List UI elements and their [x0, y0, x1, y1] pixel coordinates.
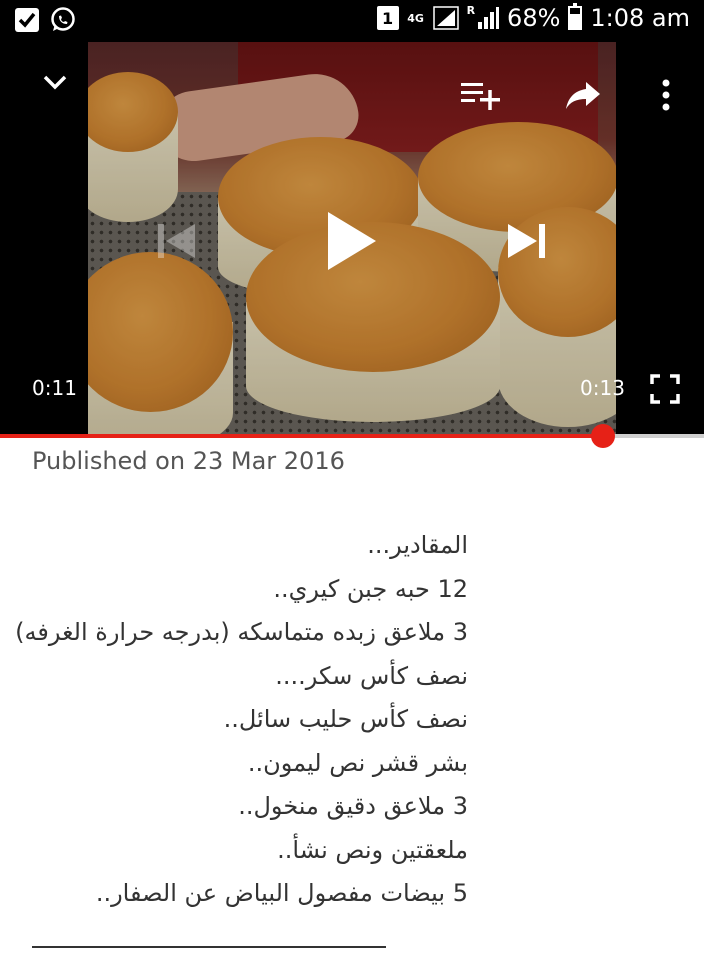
- ingredient-line: ملعقتين ونص نشأ..: [277, 835, 468, 864]
- battery-percent: 68%: [507, 4, 561, 32]
- signal-icon: [432, 6, 459, 30]
- play-icon[interactable]: [326, 210, 378, 272]
- roaming-label: R: [466, 4, 476, 17]
- ingredient-line: 12 حبه جبن كيري..: [273, 574, 468, 603]
- skip-next-icon[interactable]: [506, 220, 548, 262]
- video-player[interactable]: 0:11 0:13: [0, 42, 704, 438]
- progress-bar[interactable]: [0, 424, 704, 448]
- ingredient-line: 5 بيضات مفصول البياض عن الصفار..: [95, 879, 468, 907]
- ingredient-line: المقادير...: [367, 531, 468, 559]
- network-type-label: 4G: [407, 11, 424, 25]
- more-vert-icon[interactable]: [659, 78, 673, 112]
- skip-previous-icon[interactable]: [155, 220, 197, 262]
- share-icon[interactable]: [564, 80, 602, 110]
- checkbox-icon: [15, 8, 39, 32]
- progress-played: [0, 434, 604, 438]
- status-bar: 1 4G R 68% 1:08 am: [0, 0, 704, 42]
- chevron-down-icon[interactable]: [41, 72, 69, 92]
- battery-icon: [568, 3, 583, 30]
- signal-strength-icon: [478, 7, 500, 29]
- ingredient-line: 3 ملاعق زبده متماسكه (بدرجه حرارة الغرفه…: [15, 618, 468, 646]
- recipe-ingredients: المقادير... 12 حبه جبن كيري.. 3 ملاعق زب…: [15, 524, 468, 916]
- ingredient-line: 3 ملاعق دقيق منخول..: [238, 792, 468, 820]
- ingredient-line: نصف كأس سكر....: [275, 661, 468, 690]
- sim-slot-icon: 1: [376, 6, 399, 30]
- whatsapp-icon: [51, 7, 75, 31]
- video-description: Published on 23 Mar 2016 المقادير... 12 …: [15, 444, 682, 948]
- add-to-playlist-icon[interactable]: [460, 80, 502, 110]
- ingredient-line: بشر قشر نص ليمون..: [247, 748, 468, 777]
- fullscreen-icon[interactable]: [650, 374, 680, 404]
- current-time: 0:11: [32, 376, 77, 400]
- duration: 0:13: [580, 376, 625, 400]
- ingredient-line: نصف كأس حليب سائل..: [223, 705, 468, 733]
- clock: 1:08 am: [590, 4, 690, 32]
- divider: [32, 946, 386, 948]
- published-date: Published on 23 Mar 2016: [32, 447, 345, 475]
